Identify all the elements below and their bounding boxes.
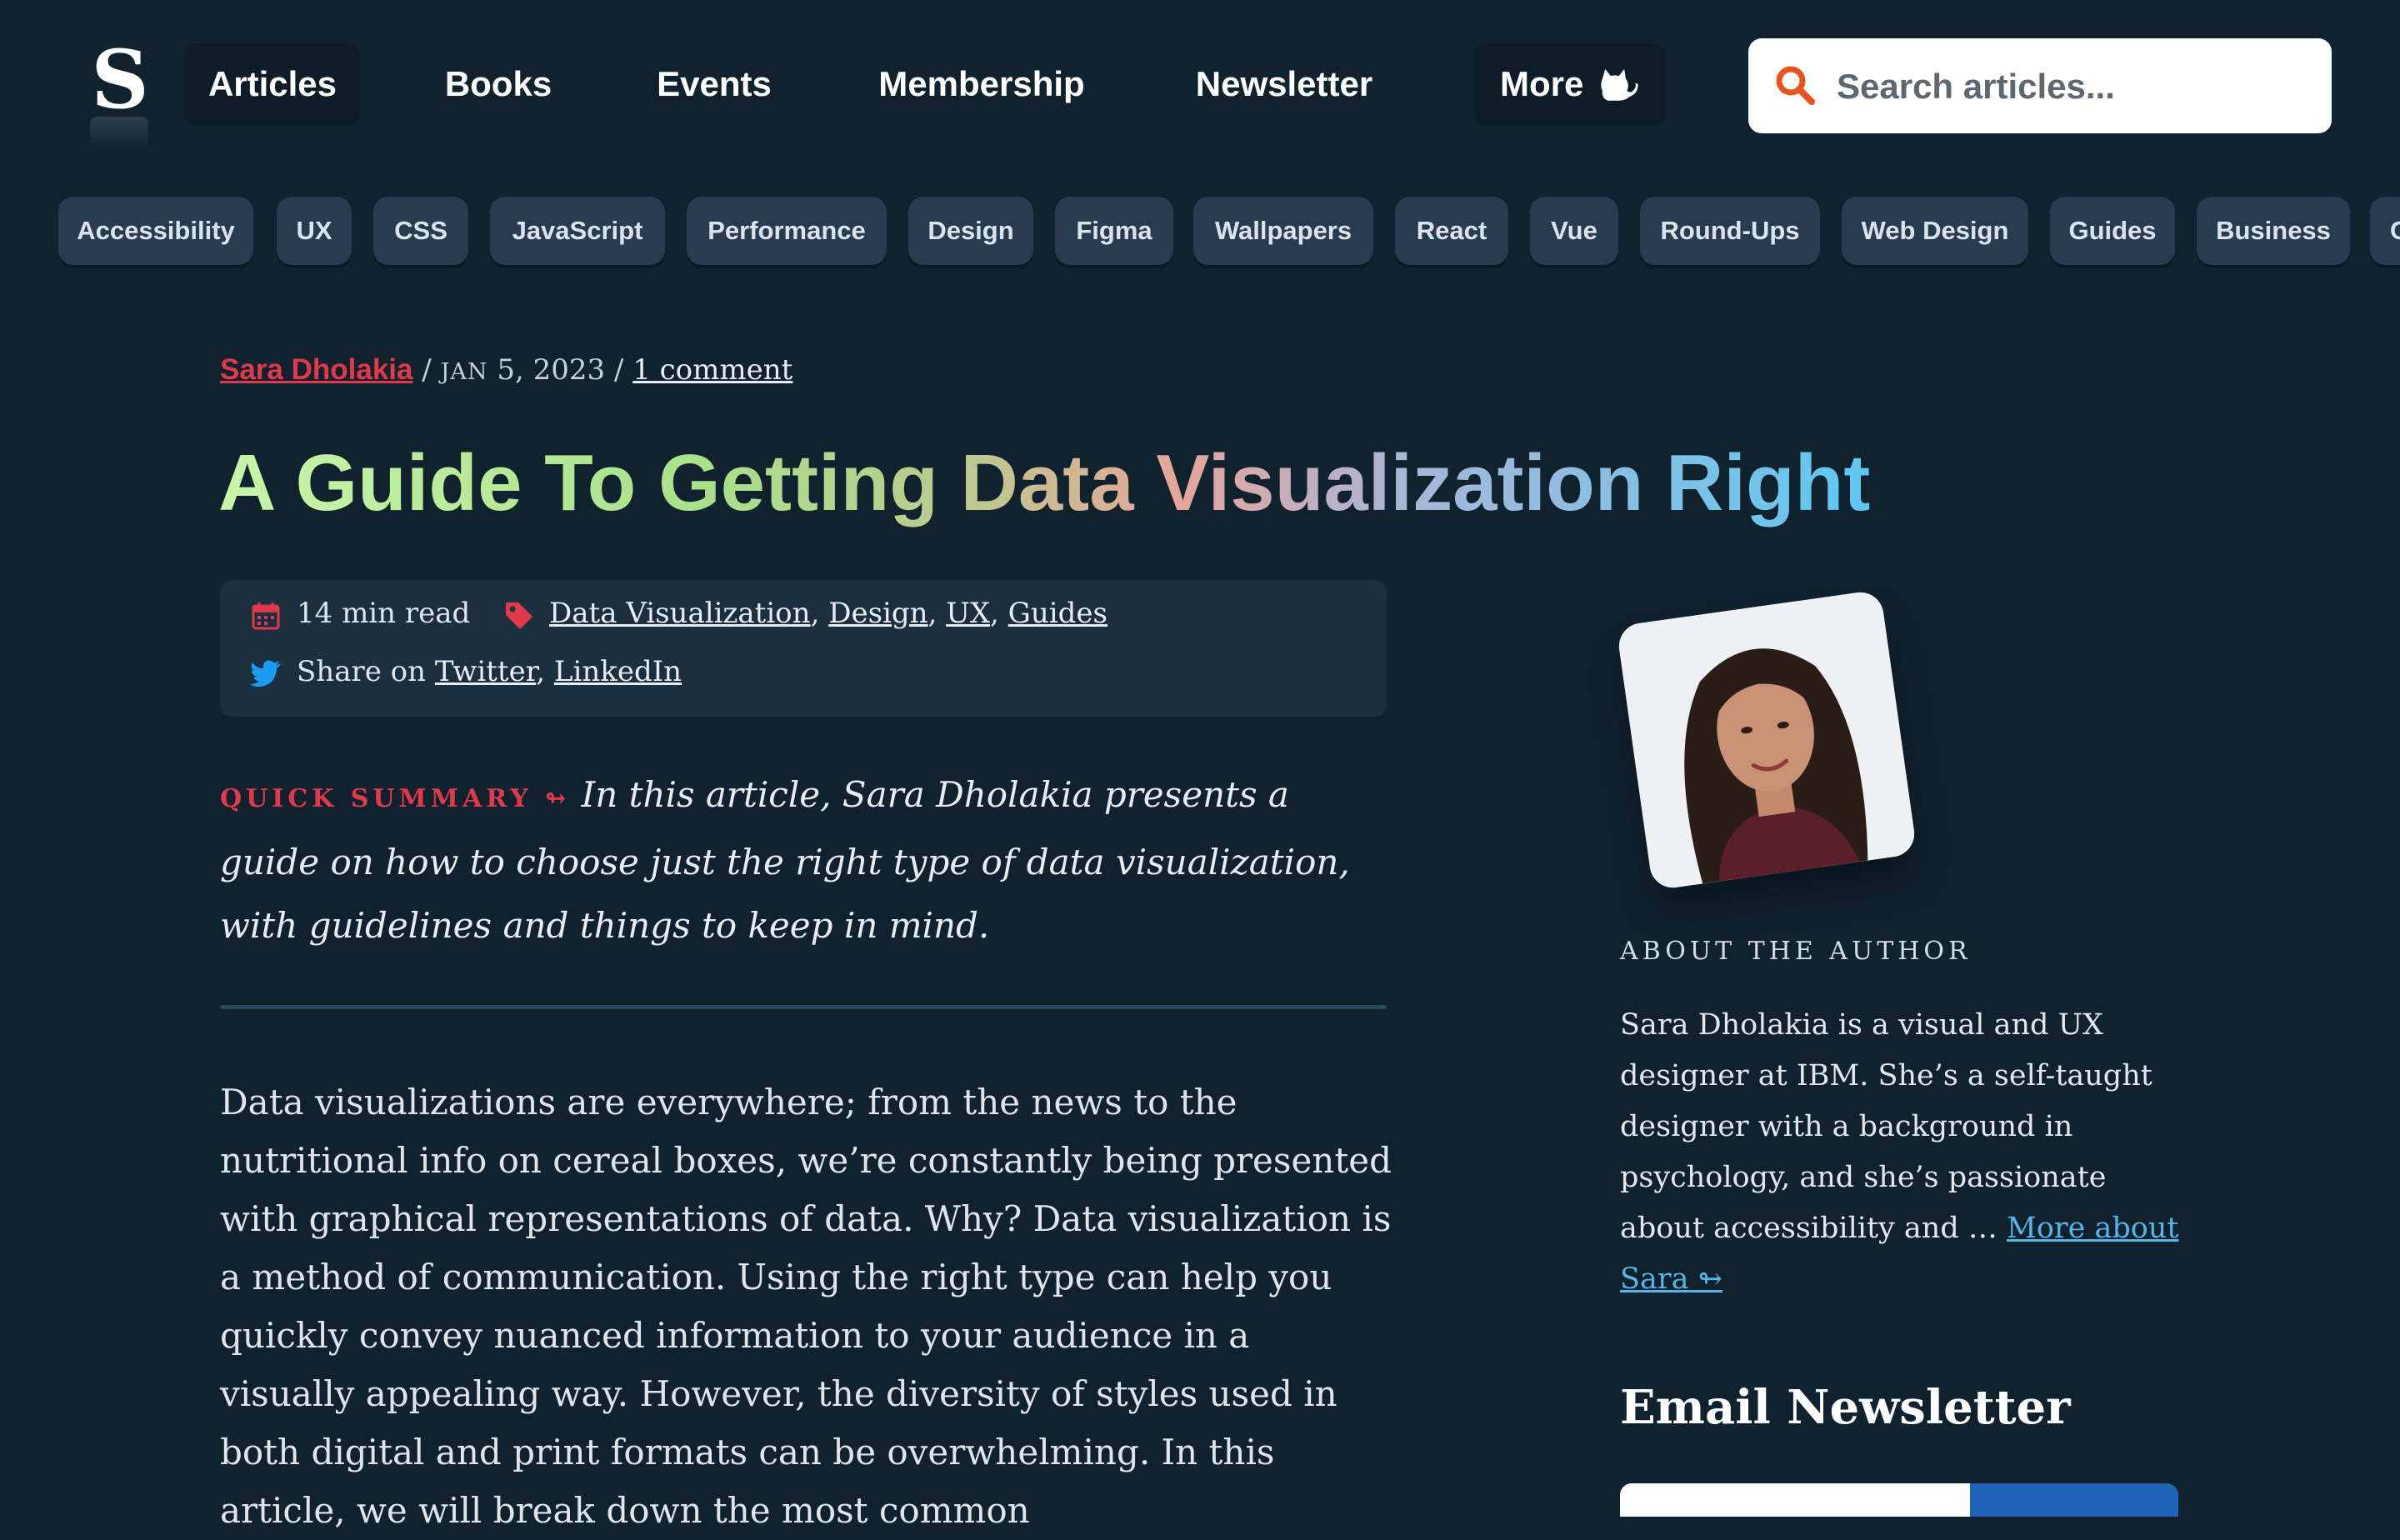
article-tag-design[interactable]: Design: [828, 597, 928, 630]
quick-summary: QUICK SUMMARY ↬ In this article, Sara Dh…: [220, 763, 1395, 958]
about-author-text: Sara Dholakia is a visual and UX designe…: [1620, 1008, 2152, 1245]
newsletter-heading: Email Newsletter: [1620, 1380, 2071, 1435]
newsletter-subscribe-button[interactable]: [1970, 1483, 2178, 1517]
search-icon: [1776, 66, 1815, 105]
tag-round-ups[interactable]: Round-Ups: [1640, 197, 1820, 265]
tag-performance[interactable]: Performance: [687, 197, 887, 265]
share-linkedin-link[interactable]: LinkedIn: [554, 655, 682, 688]
logo-reflection: [90, 117, 148, 150]
nav-more-label: More: [1500, 64, 1584, 103]
tag-javascript[interactable]: JavaScript: [490, 197, 665, 265]
date-day-year: 5, 2023: [488, 353, 606, 387]
article-tag-list: Data Visualization, Design, UX, Guides: [549, 597, 1108, 630]
byline-separator: /: [412, 353, 441, 387]
article-tag-ux[interactable]: UX: [946, 597, 990, 630]
about-author-label: ABOUT THE AUTHOR: [1620, 937, 1972, 966]
about-author-bio: Sara Dholakia is a visual and UX designe…: [1620, 1000, 2195, 1305]
article-tag-guides[interactable]: Guides: [1008, 597, 1108, 630]
newsletter-email-input[interactable]: [1620, 1483, 1970, 1517]
search-input[interactable]: [1835, 38, 2313, 135]
nav-newsletter[interactable]: Newsletter: [1178, 43, 1390, 125]
nav-articles[interactable]: Articles: [185, 43, 360, 125]
read-time: 14 min read: [297, 597, 471, 630]
summary-divider: [220, 1005, 1387, 1009]
tag-wallpapers[interactable]: Wallpapers: [1193, 197, 1373, 265]
nav-membership[interactable]: Membership: [867, 43, 1097, 125]
article-title: A Guide To Getting Data Visualization Ri…: [218, 425, 1870, 542]
tag-icon: [506, 602, 532, 629]
nav-events[interactable]: Events: [643, 43, 785, 125]
article-tag-data-visualization[interactable]: Data Visualization: [549, 597, 811, 630]
tag-react[interactable]: React: [1395, 197, 1508, 265]
tag-design[interactable]: Design: [908, 197, 1033, 265]
tag-accessibility[interactable]: Accessibility: [58, 197, 253, 265]
tag-figma[interactable]: Figma: [1055, 197, 1173, 265]
tag-web-design[interactable]: Web Design: [1842, 197, 2028, 265]
cat-icon: [1601, 68, 1638, 101]
share-prefix: Share on: [297, 655, 435, 688]
tag-vue[interactable]: Vue: [1530, 197, 1618, 265]
logo-letter: S: [91, 32, 149, 127]
author-photo: [1616, 589, 1918, 891]
nav-more[interactable]: More: [1473, 43, 1665, 125]
tag-business[interactable]: Business: [2197, 197, 2350, 265]
tag-ux[interactable]: UX: [277, 197, 352, 265]
date-month: JAN: [440, 359, 488, 385]
byline-separator: /: [605, 353, 633, 387]
share-line: Share on Twitter, LinkedIn: [297, 655, 682, 688]
comments-link[interactable]: 1 comment: [632, 353, 792, 387]
calendar-icon: [252, 602, 280, 630]
article-body-paragraph: Data visualizations are everywhere; from…: [220, 1082, 1392, 1531]
share-twitter-link[interactable]: Twitter: [435, 655, 536, 688]
twitter-icon: [250, 660, 281, 687]
search-box[interactable]: [1748, 38, 2332, 135]
tag-truncated[interactable]: C: [2370, 197, 2400, 265]
tag-css[interactable]: CSS: [373, 197, 468, 265]
tag-guides[interactable]: Guides: [2050, 197, 2175, 265]
article-byline: Sara Dholakia / JAN 5, 2023 / 1 comment: [220, 353, 792, 387]
author-avatar[interactable]: [1616, 589, 1918, 891]
author-link[interactable]: Sara Dholakia: [220, 353, 413, 386]
site-logo[interactable]: S: [82, 32, 158, 150]
quick-summary-label: QUICK SUMMARY ↬: [220, 784, 571, 813]
nav-books[interactable]: Books: [433, 43, 563, 125]
article-meta-box: 14 min read Data Visualization, Design, …: [220, 580, 1387, 717]
